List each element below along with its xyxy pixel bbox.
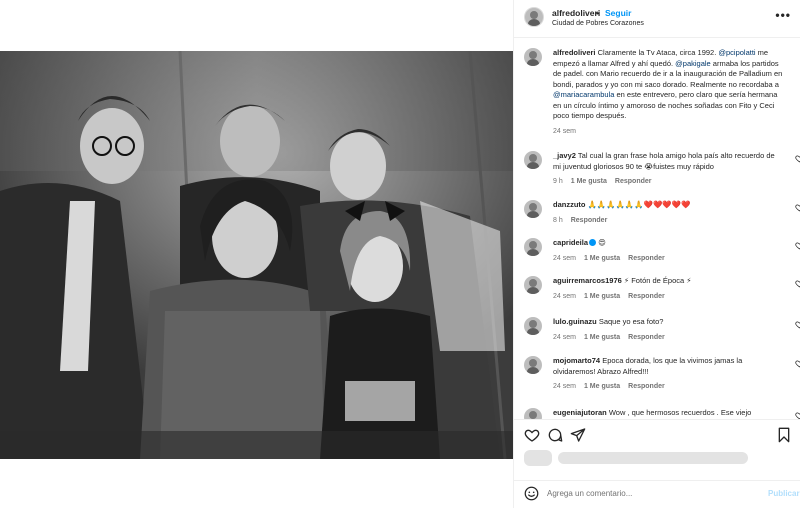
bookmark-icon[interactable] — [776, 427, 792, 443]
post-panel: alfredoliveri • Seguir Ciudad de Pobres … — [513, 0, 800, 508]
comment-text: ⚡ Fotón de Época ⚡ — [621, 276, 692, 285]
more-options-icon[interactable]: ••• — [775, 8, 791, 22]
reply-button[interactable]: Responder — [571, 217, 608, 224]
caption-meta: 24 sem — [553, 127, 783, 138]
comment-input[interactable] — [547, 486, 752, 501]
comment-body: aguirremarcos1976 ⚡ Fotón de Época ⚡ 24 … — [553, 276, 783, 302]
comment-meta: 24 sem 1 Me gusta Responder — [553, 382, 783, 393]
comments-section[interactable]: alfredoliveri Claramente la Tv Ataca, ci… — [514, 38, 800, 419]
like-comment-heart-icon[interactable] — [795, 241, 800, 250]
liker-avatars-blurred — [524, 450, 552, 466]
comment-meta: 8 h Responder — [553, 216, 783, 227]
post-location[interactable]: Ciudad de Pobres Corazones — [552, 20, 644, 27]
comment-username[interactable]: danzzuto — [553, 200, 586, 209]
comment-text: Tal cual la gran frase hola amigo hola p… — [553, 151, 775, 171]
share-icon[interactable] — [570, 427, 586, 443]
comment-time[interactable]: 24 sem — [553, 293, 576, 300]
mention-link[interactable]: @pcipolatti — [718, 48, 755, 57]
comment-meta: 24 sem 1 Me gusta Responder — [553, 333, 783, 344]
comment-meta: 24 sem 1 Me gusta Responder — [553, 254, 783, 265]
comment-username[interactable]: caprideila — [553, 238, 588, 247]
comment-body: danzzuto 🙏🙏🙏🙏🙏🙏❤️❤️❤️❤️❤️ 8 h Responder — [553, 200, 783, 226]
commenter-avatar[interactable] — [524, 151, 542, 169]
commenter-avatar[interactable] — [524, 238, 542, 256]
comment-body: mojomarto74 Epoca dorada, los que la viv… — [553, 356, 783, 393]
comment-icon[interactable] — [547, 427, 563, 443]
commenter-avatar[interactable] — [524, 276, 542, 294]
author-avatar[interactable] — [524, 7, 544, 27]
comment-body: _javy2 Tal cual la gran frase hola amigo… — [553, 151, 783, 188]
reply-button[interactable]: Responder — [628, 334, 665, 341]
caption-username[interactable]: alfredoliveri — [553, 48, 596, 57]
caption-body: alfredoliveri Claramente la Tv Ataca, ci… — [553, 48, 783, 137]
post-media — [0, 0, 513, 508]
comment-text: 😍 — [596, 238, 606, 247]
commenter-avatar[interactable] — [524, 408, 542, 419]
comment-username[interactable]: aguirremarcos1976 — [553, 276, 622, 285]
caption-avatar[interactable] — [524, 48, 542, 66]
mention-link[interactable]: @pakigale — [675, 59, 711, 68]
like-comment-heart-icon[interactable] — [795, 320, 800, 329]
comment-time[interactable]: 24 sem — [553, 334, 576, 341]
comment-time[interactable]: 24 sem — [553, 255, 576, 262]
comment-likes[interactable]: 1 Me gusta — [584, 334, 620, 341]
reply-button[interactable]: Responder — [628, 383, 665, 390]
comment-username[interactable]: _javy2 — [553, 151, 576, 160]
comment-likes[interactable]: 1 Me gusta — [584, 293, 620, 300]
verified-badge-icon — [589, 239, 597, 246]
comment-time[interactable]: 8 h — [553, 217, 563, 224]
comment-text: Wow , que hermosos recuerdos . Ese viejo — [606, 408, 752, 417]
comment-likes[interactable]: 1 Me gusta — [584, 255, 620, 262]
caption-text: Claramente la Tv Ataca, circa 1992. — [595, 48, 719, 57]
reply-button[interactable]: Responder — [628, 293, 665, 300]
comment-time[interactable]: 24 sem — [553, 383, 576, 390]
author-username[interactable]: alfredoliveri — [552, 8, 600, 18]
publish-button[interactable]: Publicar — [768, 489, 800, 498]
comment-username[interactable]: mojomarto74 — [553, 356, 600, 365]
comment-likes[interactable]: 1 Me gusta — [571, 178, 607, 185]
comment-time[interactable]: 9 h — [553, 178, 563, 185]
like-comment-heart-icon[interactable] — [795, 359, 800, 368]
caption-time[interactable]: 24 sem — [553, 128, 576, 135]
add-comment-bar: Publicar — [514, 480, 800, 508]
likes-text-blurred — [558, 452, 748, 464]
heart-icon[interactable] — [524, 427, 540, 443]
commenter-avatar[interactable] — [524, 356, 542, 374]
comment-username[interactable]: lulo.guinazu — [553, 317, 597, 326]
comment-text: Saque yo esa foto? — [596, 317, 664, 326]
comment-text: 🙏🙏🙏🙏🙏🙏❤️❤️❤️❤️❤️ — [585, 200, 691, 209]
post-header: alfredoliveri • Seguir Ciudad de Pobres … — [514, 0, 800, 38]
comment-username[interactable]: eugeniajutoran — [553, 408, 607, 417]
follow-button[interactable]: Seguir — [605, 8, 631, 18]
comment-body: eugeniajutoran Wow , que hermosos recuer… — [553, 408, 783, 419]
like-comment-heart-icon[interactable] — [795, 411, 800, 419]
comment-meta: 24 sem 1 Me gusta Responder — [553, 292, 783, 303]
likes-summary-blurred — [524, 447, 750, 469]
emoji-icon[interactable] — [524, 486, 539, 501]
like-comment-heart-icon[interactable] — [795, 203, 800, 212]
mention-link[interactable]: @mariacarambula — [553, 90, 614, 99]
comment-body: caprideila 😍 24 sem 1 Me gusta Responder — [553, 238, 783, 264]
comment-likes[interactable]: 1 Me gusta — [584, 383, 620, 390]
comment-body: lulo.guinazu Saque yo esa foto? 24 sem 1 … — [553, 317, 783, 343]
commenter-avatar[interactable] — [524, 200, 542, 218]
reply-button[interactable]: Responder — [628, 255, 665, 262]
separator-dot: • — [596, 8, 599, 18]
like-comment-heart-icon[interactable] — [795, 154, 800, 163]
reply-button[interactable]: Responder — [615, 178, 652, 185]
photo-image — [0, 51, 513, 459]
post-photo[interactable] — [0, 51, 513, 459]
commenter-avatar[interactable] — [524, 317, 542, 335]
like-comment-heart-icon[interactable] — [795, 279, 800, 288]
comment-meta: 9 h 1 Me gusta Responder — [553, 177, 783, 188]
